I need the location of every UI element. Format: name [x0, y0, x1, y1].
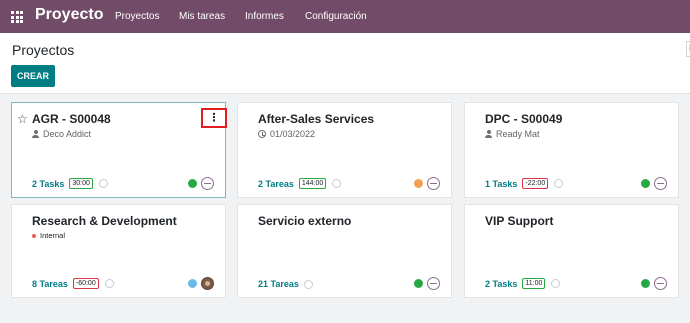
- card-status: [414, 177, 440, 190]
- card-footer: 1 Tasks -22:00: [485, 178, 564, 189]
- project-customer: Deco Addict: [32, 129, 91, 139]
- project-card[interactable]: After-Sales Services 01/03/2022 2 Tareas…: [237, 102, 452, 198]
- control-panel: Proyectos CREAR B: [0, 33, 690, 94]
- menu-item-informes[interactable]: Informes: [245, 11, 284, 22]
- hours-badge: 11:00: [522, 278, 546, 289]
- tasks-link[interactable]: 8 Tareas: [32, 279, 68, 289]
- tasks-link[interactable]: 21 Tareas: [258, 279, 299, 289]
- card-status: [414, 277, 440, 290]
- activity-clock-icon[interactable]: [98, 179, 108, 188]
- tasks-link[interactable]: 2 Tasks: [485, 279, 517, 289]
- hours-badge: -22:00: [522, 178, 549, 189]
- avatar[interactable]: [654, 277, 667, 290]
- project-customer: Ready Mat: [485, 129, 540, 139]
- menu-item-proyectos[interactable]: Proyectos: [115, 11, 159, 22]
- project-title: DPC - S00049: [485, 112, 563, 126]
- avatar[interactable]: [201, 277, 214, 290]
- project-title: VIP Support: [485, 214, 554, 228]
- project-title: Servicio externo: [258, 214, 352, 228]
- avatar[interactable]: [427, 277, 440, 290]
- hours-badge: 30:00: [69, 178, 93, 189]
- status-dot-icon[interactable]: [414, 279, 423, 288]
- vertical-ellipsis-icon: ⋮: [208, 111, 220, 124]
- project-card[interactable]: Research & Development Internal 8 Tareas…: [11, 204, 226, 298]
- card-menu-button[interactable]: ⋮: [201, 108, 227, 128]
- activity-clock-icon[interactable]: [551, 279, 561, 288]
- card-status: [641, 277, 667, 290]
- person-icon: [485, 130, 492, 138]
- project-date: 01/03/2022: [258, 129, 315, 139]
- project-title: AGR - S00048: [32, 112, 111, 126]
- project-card[interactable]: ☆ AGR - S00048 Deco Addict ⋮ 2 Tasks 30:…: [11, 102, 227, 198]
- app-brand[interactable]: Proyecto: [35, 6, 103, 24]
- card-status: [188, 177, 214, 190]
- project-card[interactable]: Servicio externo 21 Tareas: [237, 204, 452, 298]
- clock-icon: [258, 130, 266, 138]
- search-input[interactable]: B: [686, 41, 690, 57]
- apps-menu-icon[interactable]: [11, 11, 23, 23]
- tasks-link[interactable]: 2 Tasks: [32, 179, 64, 189]
- card-footer: 2 Tasks 11:00: [485, 278, 561, 289]
- project-card[interactable]: VIP Support 2 Tasks 11:00: [464, 204, 679, 298]
- create-button[interactable]: CREAR: [11, 65, 55, 87]
- person-icon: [32, 130, 39, 138]
- status-dot-icon[interactable]: [641, 279, 650, 288]
- card-status: [641, 177, 667, 190]
- favorite-star-icon[interactable]: ☆: [17, 112, 28, 126]
- hours-badge: 144:00: [298, 178, 327, 189]
- activity-clock-icon[interactable]: [332, 179, 342, 188]
- project-title: After-Sales Services: [258, 112, 375, 126]
- breadcrumb: Proyectos: [12, 42, 75, 58]
- status-dot-icon[interactable]: [641, 179, 650, 188]
- avatar[interactable]: [654, 177, 667, 190]
- project-date-text: 01/03/2022: [270, 129, 316, 139]
- avatar[interactable]: [427, 177, 440, 190]
- card-status: [188, 277, 214, 290]
- status-dot-icon[interactable]: [188, 179, 197, 188]
- activity-clock-icon[interactable]: [303, 279, 313, 289]
- tasks-link[interactable]: 2 Tareas: [258, 179, 294, 189]
- hours-badge: -60:00: [72, 278, 99, 289]
- card-footer: 2 Tareas 144:00: [258, 178, 342, 189]
- status-dot-icon[interactable]: [414, 179, 423, 188]
- tag-dot-icon: [32, 233, 36, 238]
- activity-clock-icon[interactable]: [554, 179, 564, 188]
- top-navbar: Proyecto Proyectos Mis tareas Informes C…: [0, 0, 690, 33]
- menu-item-mis-tareas[interactable]: Mis tareas: [179, 11, 225, 22]
- card-footer: 8 Tareas -60:00: [32, 278, 114, 289]
- project-tag: Internal: [32, 231, 65, 240]
- card-footer: 2 Tasks 30:00: [32, 178, 108, 189]
- customer-name: Ready Mat: [496, 129, 540, 139]
- customer-name: Deco Addict: [43, 129, 92, 139]
- avatar[interactable]: [201, 177, 214, 190]
- project-card[interactable]: DPC - S00049 Ready Mat 1 Tasks -22:00: [464, 102, 679, 198]
- activity-clock-icon[interactable]: [104, 279, 114, 288]
- project-title: Research & Development: [32, 214, 177, 228]
- tasks-link[interactable]: 1 Tasks: [485, 179, 517, 189]
- tag-label: Internal: [40, 231, 66, 240]
- card-footer: 21 Tareas: [258, 279, 313, 289]
- status-dot-icon[interactable]: [188, 279, 197, 288]
- menu-item-configuracion[interactable]: Configuración: [305, 11, 367, 22]
